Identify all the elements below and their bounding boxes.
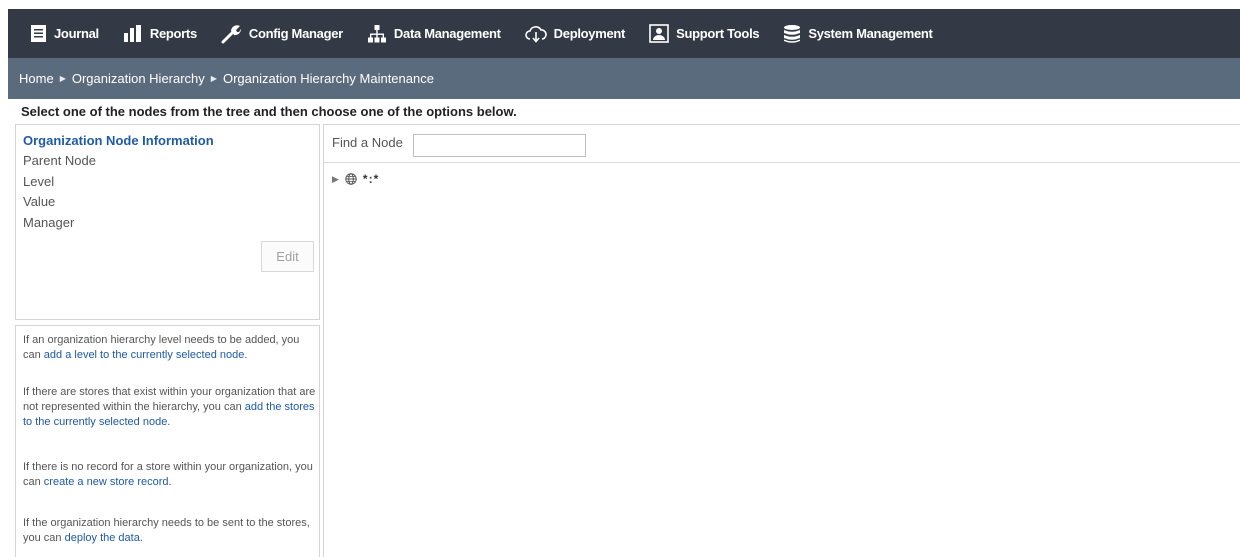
create-store-link[interactable]: create a new store record. [44,476,172,488]
value-label: Value [23,194,56,209]
find-node-label: Find a Node [332,135,403,150]
support-icon [649,24,669,43]
breadcrumb-separator-icon: ▶ [59,74,66,83]
nav-data-management[interactable]: Data Management [367,24,501,44]
node-info-title: Organization Node Information [23,133,214,148]
breadcrumb-organization-hierarchy[interactable]: Organization Hierarchy [72,71,205,86]
database-icon [784,24,801,43]
manager-label: Manager [23,215,75,230]
nav-reports-label: Reports [149,26,197,41]
tree-root-label[interactable]: *:* [363,172,379,186]
top-nav: Journal Reports Config Manager Data Mana… [8,9,1240,58]
wrench-icon [221,24,241,43]
breadcrumb-home[interactable]: Home [19,71,54,86]
node-info-panel: Organization Node Information Parent Nod… [15,124,320,320]
help-add-level: If an organization hierarchy level needs… [23,333,319,363]
cloud-download-icon [524,26,547,43]
page-instruction: Select one of the nodes from the tree an… [21,104,517,119]
deploy-data-link[interactable]: deploy the data. [65,532,143,544]
journal-icon [31,25,46,42]
parent-node-label: Parent Node [23,153,96,168]
find-node-input[interactable] [413,134,586,157]
nav-config-manager-label: Config Manager [248,26,343,41]
tree-root-node[interactable]: ▶ *:* [332,172,379,186]
nav-config-manager[interactable]: Config Manager [221,24,343,44]
nav-reports[interactable]: Reports [123,24,197,43]
reports-icon [123,25,141,42]
breadcrumb-separator-icon: ▶ [210,74,217,83]
nav-journal[interactable]: Journal [30,24,99,43]
nav-data-management-label: Data Management [393,26,501,41]
edit-button[interactable]: Edit [261,241,314,272]
breadcrumb-current-page: Organization Hierarchy Maintenance [222,71,434,86]
nav-system-management[interactable]: System Management [783,24,933,44]
nav-support-tools[interactable]: Support Tools [649,24,760,43]
tree-panel: Find a Node ▶ *:* [323,124,1240,557]
help-panel: If an organization hierarchy level needs… [15,325,320,557]
nav-deployment-label: Deployment [553,26,626,41]
org-chart-icon [367,24,386,42]
globe-icon [345,173,357,185]
nav-support-tools-label: Support Tools [676,26,760,41]
nav-deployment[interactable]: Deployment [524,24,626,43]
nav-system-management-label: System Management [808,26,933,41]
help-create-store: If there is no record for a store within… [23,460,319,490]
nav-journal-label: Journal [54,26,99,41]
breadcrumb: Home ▶ Organization Hierarchy ▶ Organiza… [8,58,1240,99]
help-deploy: If the organization hierarchy needs to b… [23,516,319,546]
level-label: Level [23,174,55,189]
help-add-stores: If there are stores that exist within yo… [23,385,319,430]
tree-divider [324,162,1240,163]
add-level-link[interactable]: add a level to the currently selected no… [44,349,248,361]
expand-arrow-icon[interactable]: ▶ [332,174,339,185]
